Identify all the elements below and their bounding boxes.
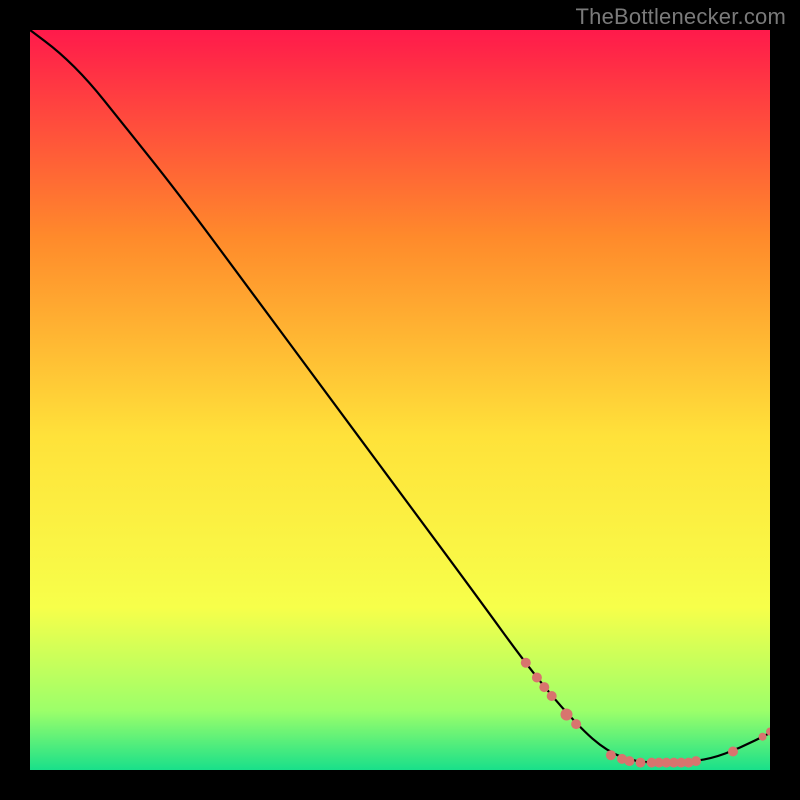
data-marker	[521, 658, 531, 668]
attribution-label: TheBottlenecker.com	[576, 4, 786, 30]
data-marker	[532, 673, 542, 683]
data-marker	[571, 719, 581, 729]
data-marker	[606, 750, 616, 760]
data-marker	[539, 682, 549, 692]
gradient-background	[30, 30, 770, 770]
data-marker	[759, 733, 767, 741]
data-marker	[728, 747, 738, 757]
chart-frame: TheBottlenecker.com	[0, 0, 800, 800]
data-marker	[624, 756, 634, 766]
bottleneck-chart	[30, 30, 770, 770]
data-marker	[636, 758, 646, 768]
data-marker	[561, 709, 573, 721]
data-marker	[691, 756, 701, 766]
plot-area	[30, 30, 770, 770]
data-marker	[547, 691, 557, 701]
